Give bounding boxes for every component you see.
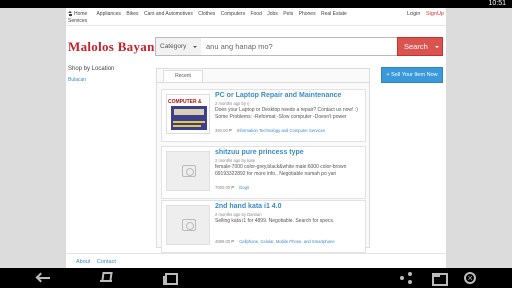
footer-divider xyxy=(66,253,446,254)
nav-link-home-label: Home xyxy=(74,11,88,17)
listing-footer: 7000.00 ₱ Dogs xyxy=(215,185,249,190)
nav-link-cars[interactable]: Cars and Automotives xyxy=(144,11,193,17)
nav-link-appliances[interactable]: Appliances xyxy=(96,11,120,17)
nav-link-real-estate[interactable]: Real Estate xyxy=(321,11,347,17)
nav-link-pets[interactable]: Pets xyxy=(283,11,293,17)
status-clock: 10:51 xyxy=(488,0,506,7)
auth-links: Login SignUp xyxy=(407,11,444,17)
share-icon-dot xyxy=(408,280,412,284)
top-nav: Home Appliances Bikes Cars and Automotiv… xyxy=(66,8,446,26)
close-icon[interactable]: × xyxy=(464,272,476,284)
image-placeholder-icon xyxy=(182,219,196,231)
listing-price: 350.00 ₱ xyxy=(215,128,232,133)
listing-price: 4899.00 ₱ xyxy=(215,239,235,244)
status-bar: 10:51 xyxy=(0,0,512,8)
home-icon[interactable] xyxy=(98,272,114,284)
android-nav-bar: × xyxy=(0,268,512,288)
share-icon[interactable] xyxy=(398,272,414,284)
thumbnail-stripe xyxy=(173,125,201,127)
footer-link-contact[interactable]: Contact xyxy=(97,259,116,265)
listing-meta: 2 months ago by Damian xyxy=(215,212,262,217)
listing-card[interactable]: 2nd hand kata i1 4.0 2 months ago by Dam… xyxy=(161,200,366,253)
recent-apps-icon[interactable] xyxy=(162,272,178,285)
listing-footer: 350.00 ₱ Information Technology and Comp… xyxy=(215,128,325,133)
listing-thumbnail[interactable] xyxy=(166,151,210,191)
nav-link-clothes[interactable]: Clothes xyxy=(198,11,215,17)
tab-recent[interactable]: Recent xyxy=(163,70,203,82)
nav-link-food[interactable]: Food xyxy=(250,11,261,17)
nav-link-bikes[interactable]: Bikes xyxy=(126,11,138,17)
listing-title[interactable]: 2nd hand kata i1 4.0 xyxy=(215,203,282,210)
signup-link[interactable]: SignUp xyxy=(426,11,444,17)
web-page: Home Appliances Bikes Cars and Automotiv… xyxy=(66,8,446,268)
window-icon[interactable] xyxy=(430,272,448,286)
nav-link-home[interactable]: Home xyxy=(68,11,91,17)
listing-card[interactable]: shitzuu pure princess type 2 months ago … xyxy=(161,146,366,199)
search-input[interactable] xyxy=(201,37,398,56)
chevron-down-icon xyxy=(435,46,439,48)
tab-divider xyxy=(157,82,369,83)
listing-category-link[interactable]: Dogs xyxy=(239,185,249,190)
search-button[interactable]: Search xyxy=(397,37,443,56)
nav-link-jobs[interactable]: Jobs xyxy=(267,11,278,17)
listing-description: female-7000 color-grey,black&white male:… xyxy=(215,164,347,177)
listing-meta: 2 months ago by rj xyxy=(215,101,250,106)
listing-meta: 2 months ago by kate xyxy=(215,158,256,163)
listing-thumbnail[interactable]: COMPUTER & xyxy=(166,94,210,134)
nav-link-computers[interactable]: Computers xyxy=(221,11,245,17)
sidebar-location-link[interactable]: Bulacan xyxy=(68,77,86,83)
back-icon[interactable] xyxy=(36,272,52,284)
category-select-label: Category xyxy=(160,43,187,50)
login-link[interactable]: Login xyxy=(407,11,420,17)
search-bar: Category Search xyxy=(155,37,443,56)
chevron-down-icon xyxy=(193,46,197,48)
nav-link-services[interactable]: Services xyxy=(68,18,87,24)
listing-panel: Recent COMPUTER & PC or Laptop Repair an… xyxy=(156,68,370,253)
category-select[interactable]: Category xyxy=(155,37,202,56)
category-links: Home Appliances Bikes Cars and Automotiv… xyxy=(68,11,368,24)
thumbnail-caption: COMPUTER & xyxy=(168,99,202,105)
home-icon xyxy=(68,11,73,16)
footer-links: About Contact xyxy=(76,259,121,265)
listing-category-link[interactable]: Information Technology and Computer Serv… xyxy=(237,128,325,133)
listing-description: Does your Laptop or Desktop needs a repa… xyxy=(215,107,358,120)
site-logo[interactable]: Malolos Bayan xyxy=(68,39,155,55)
listing-title[interactable]: shitzuu pure princess type xyxy=(215,149,304,156)
share-icon-dot xyxy=(400,276,404,280)
listing-card[interactable]: COMPUTER & PC or Laptop Repair and Maint… xyxy=(161,89,366,142)
listing-title[interactable]: PC or Laptop Repair and Maintenance xyxy=(215,92,341,99)
sidebar-title: Shop by Location xyxy=(68,66,115,72)
image-placeholder-icon xyxy=(182,165,196,177)
sell-item-button[interactable]: + Sell Your Item Now xyxy=(381,67,443,83)
listing-footer: 4899.00 ₱ Cellphone, Celular, Mobile Pho… xyxy=(215,239,335,244)
nav-link-phones[interactable]: Phones xyxy=(299,11,316,17)
footer-link-about[interactable]: About xyxy=(76,259,90,265)
listing-thumbnail[interactable] xyxy=(166,205,210,245)
thumbnail-stripe xyxy=(173,121,205,123)
share-icon-dot xyxy=(408,272,412,276)
search-button-label: Search xyxy=(404,42,428,51)
listing-category-link[interactable]: Cellphone, Celular, Mobile Phone, and Sm… xyxy=(239,239,334,244)
listing-price: 7000.00 ₱ xyxy=(215,185,235,190)
listing-description: Selling kata i1 for 4899. Negotiable. Se… xyxy=(215,218,335,224)
